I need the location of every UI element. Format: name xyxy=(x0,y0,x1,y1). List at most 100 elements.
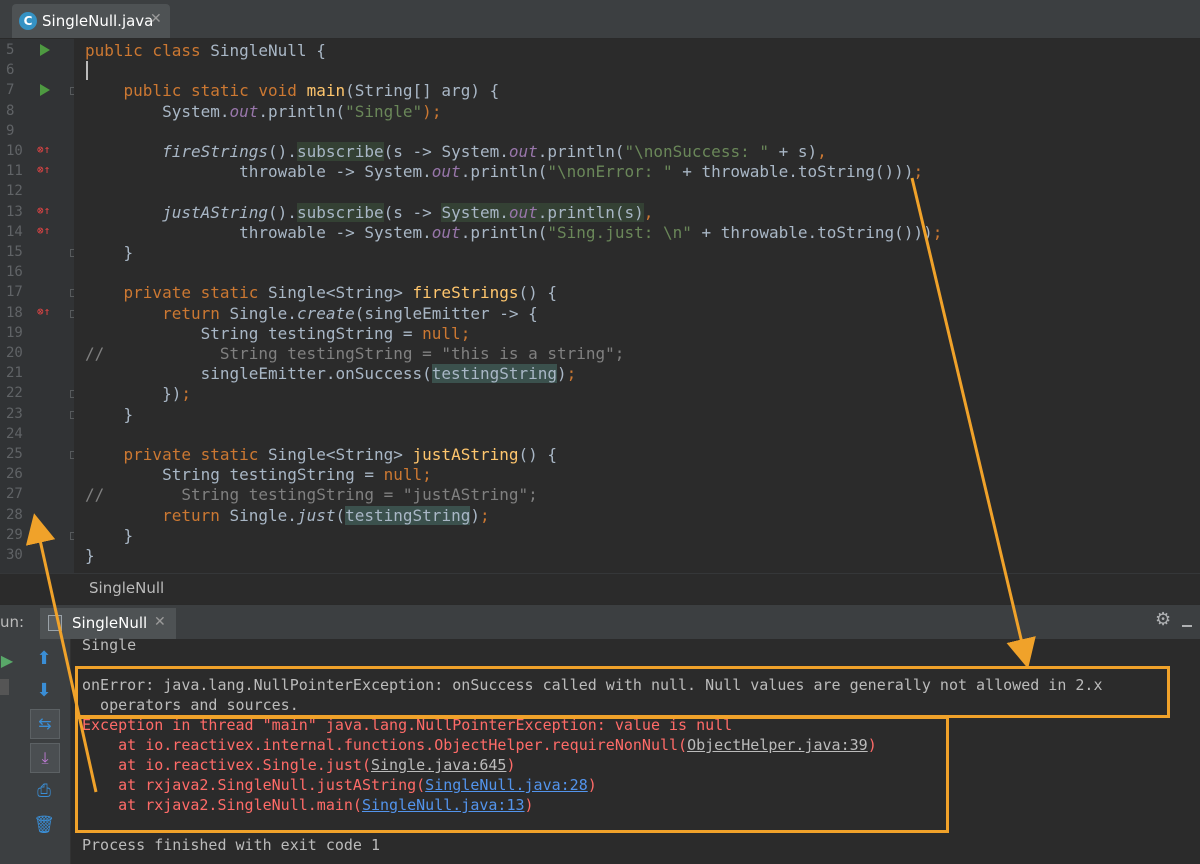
code-token: (s -> xyxy=(383,202,442,222)
code-token: out xyxy=(431,222,461,242)
arrow-up-icon[interactable]: ⬆ xyxy=(30,645,58,673)
code-token: .println(s) xyxy=(537,202,644,222)
code-line[interactable]: System.out.println("Single"); xyxy=(85,102,441,122)
code-token: out xyxy=(229,101,259,121)
line-number: 23 xyxy=(6,405,23,422)
run-panel-label: un: xyxy=(0,613,25,631)
code-token: just xyxy=(296,505,336,525)
code-token: .println( xyxy=(258,101,346,121)
code-line[interactable]: } xyxy=(85,405,134,425)
close-icon[interactable]: ✕ xyxy=(154,614,166,630)
line-number: 12 xyxy=(6,183,23,200)
code-line[interactable]: return Single.just(testingString); xyxy=(85,505,490,526)
arrow-down-icon[interactable]: ⬇ xyxy=(30,677,58,705)
run-tab-singlenull[interactable]: SingleNull ✕ xyxy=(40,608,176,639)
code-line[interactable]: // String testingString = "this is a str… xyxy=(85,344,624,364)
line-number: 18 xyxy=(6,304,23,321)
breadcrumb[interactable]: SingleNull xyxy=(0,573,1200,604)
scroll-to-end-icon[interactable]: ⤓ xyxy=(30,743,60,773)
code-line[interactable]: fireStrings().subscribe(s -> System.out.… xyxy=(85,142,827,162)
code-editor[interactable]: public class SingleNull { public static … xyxy=(74,39,1200,573)
code-token: SingleNull { xyxy=(210,41,326,60)
code-token: (). xyxy=(268,202,297,222)
gutter-line: 30 xyxy=(0,546,74,566)
line-number: 25 xyxy=(6,446,23,462)
gutter-line: 24 xyxy=(0,425,74,445)
override-gutter-icon[interactable]: ⊗↑ xyxy=(37,305,50,318)
code-line[interactable]: String testingString = null; xyxy=(85,324,471,344)
code-token: ; xyxy=(181,384,191,404)
code-line[interactable]: private static Single<String> justAStrin… xyxy=(85,445,558,465)
code-token: out xyxy=(508,142,538,161)
override-gutter-icon[interactable]: ⊗↑ xyxy=(37,143,50,156)
close-icon[interactable]: ✕ xyxy=(150,11,162,27)
trash-icon[interactable]: 🗑 xyxy=(30,811,58,839)
line-number: 10 xyxy=(6,143,23,159)
gutter-line: 26 xyxy=(0,465,74,485)
code-line[interactable]: public class SingleNull { xyxy=(85,41,326,61)
code-token: } xyxy=(85,243,134,262)
stop-icon[interactable] xyxy=(0,679,9,695)
code-line[interactable]: return Single.create(singleEmitter -> { xyxy=(85,304,538,324)
code-line[interactable]: public static void main(String[] arg) { xyxy=(85,81,500,101)
code-token: .println( xyxy=(460,162,548,182)
line-number: 13 xyxy=(6,203,23,220)
code-line[interactable]: } xyxy=(85,526,134,546)
rerun-icon[interactable]: ▶ xyxy=(0,647,14,675)
code-token: + throwable.toString())) xyxy=(672,162,914,182)
override-gutter-icon[interactable]: ⊗↑ xyxy=(37,224,50,237)
console-line: Process finished with exit code 1 xyxy=(82,836,381,854)
code-line[interactable]: singleEmitter.onSuccess(testingString); xyxy=(85,364,576,384)
line-number: 19 xyxy=(6,324,23,341)
line-number: 29 xyxy=(6,526,23,543)
code-line[interactable]: // String testingString = "justAString"; xyxy=(85,485,538,505)
code-token: Single. xyxy=(229,303,297,323)
code-token: System. xyxy=(85,101,230,121)
run-gutter-icon[interactable] xyxy=(40,84,50,97)
gutter-line: 6 xyxy=(0,61,74,81)
line-number-gutter: 5 6 7 8 9 10 ⊗↑ 11 ⊗↑ 12 13 ⊗↑ 14 ⊗↑ 15 16 17 18 ⊗↑ 19 20 21 2… xyxy=(0,39,78,573)
gutter-line: 14 ⊗↑ xyxy=(0,223,74,243)
code-line[interactable]: } xyxy=(85,243,134,263)
code-token: private static xyxy=(123,283,269,303)
code-token: singleEmitter.onSuccess( xyxy=(85,364,432,384)
run-gutter-icon[interactable] xyxy=(40,44,50,56)
code-token: fireStrings xyxy=(162,142,269,161)
print-icon[interactable]: ⎙ xyxy=(30,777,58,805)
code-token: (). xyxy=(268,142,297,161)
code-line[interactable]: justAString().subscribe(s -> System.out.… xyxy=(85,202,653,223)
code-token: (singleEmitter -> { xyxy=(354,303,538,323)
code-token: () { xyxy=(518,283,558,303)
gutter-line: 21 xyxy=(0,364,74,384)
code-line[interactable]: String testingString = null; xyxy=(85,465,432,485)
gutter-line: 13 ⊗↑ xyxy=(0,203,74,223)
code-token: () { xyxy=(518,445,558,464)
soft-wrap-icon[interactable]: ⇆ xyxy=(30,709,60,739)
console-line: Single xyxy=(82,636,137,654)
annotation-box-onerror xyxy=(75,666,1170,718)
code-token: subscribe xyxy=(296,142,384,161)
code-line[interactable]: }); xyxy=(85,384,191,404)
code-token: ; xyxy=(566,364,577,384)
code-line[interactable]: throwable -> System.out.println("\nonErr… xyxy=(85,162,923,182)
code-token: "Sing.just: \n" xyxy=(547,222,692,242)
editor-tab-singlenull[interactable]: C SingleNull.java ✕ xyxy=(12,4,170,38)
line-number: 24 xyxy=(6,425,23,442)
code-token: justAString xyxy=(412,445,519,464)
code-token: create xyxy=(296,303,355,323)
text-caret xyxy=(86,61,88,80)
override-gutter-icon[interactable]: ⊗↑ xyxy=(37,204,50,217)
gear-icon[interactable]: ⚙ xyxy=(1155,609,1171,630)
line-number: 9 xyxy=(6,122,15,139)
code-token: + throwable.toString())) xyxy=(691,222,933,242)
code-token: , xyxy=(817,142,827,161)
code-line[interactable]: throwable -> System.out.println("Sing.ju… xyxy=(85,223,942,243)
code-token: Single<String> xyxy=(268,445,413,464)
code-token: justAString xyxy=(162,202,269,222)
code-line[interactable]: private static Single<String> fireString… xyxy=(85,283,558,303)
hide-panel-icon[interactable] xyxy=(1182,617,1192,627)
breadcrumb-class-singlenull[interactable]: SingleNull xyxy=(89,579,164,597)
code-line[interactable]: } xyxy=(85,546,95,566)
override-gutter-icon[interactable]: ⊗↑ xyxy=(37,163,50,176)
